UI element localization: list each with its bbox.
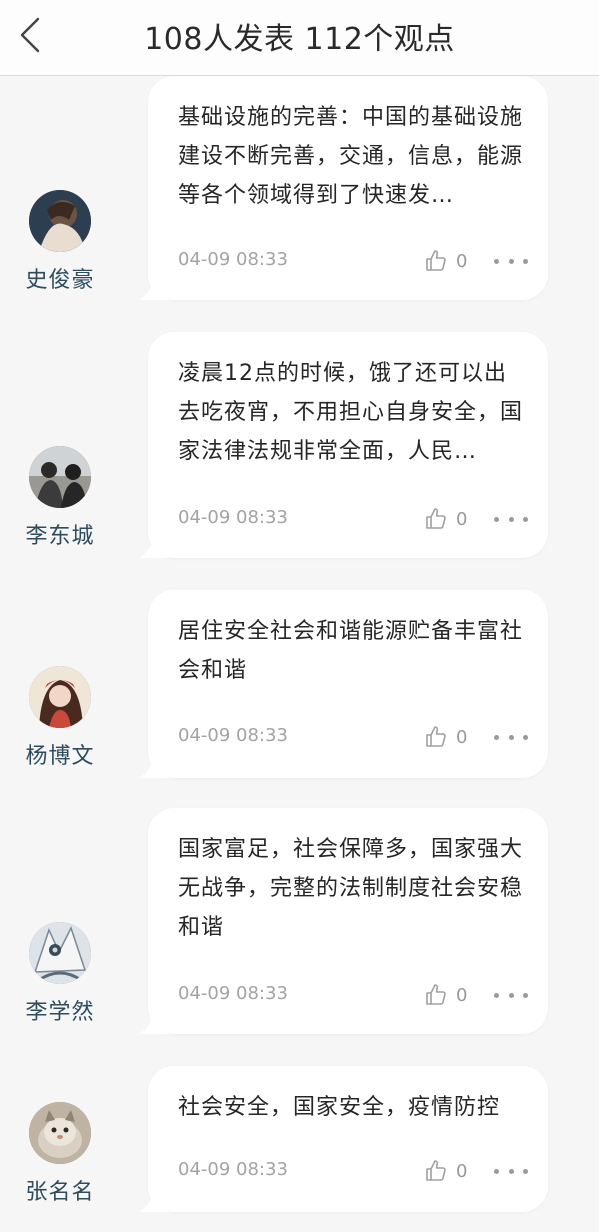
avatar[interactable]: [29, 922, 91, 984]
thumbs-up-icon: [426, 250, 446, 271]
page-title: 108人发表 112个观点: [144, 22, 455, 57]
like-button[interactable]: 0: [424, 980, 474, 1010]
comment-meta: 04-09 08:33 0: [178, 504, 528, 534]
like-count: 0: [456, 726, 468, 748]
comment-author[interactable]: 李东城: [0, 446, 120, 550]
comment-author[interactable]: 杨博文: [0, 666, 120, 770]
bubble-tail: [138, 752, 168, 778]
comment-bubble[interactable]: 凌晨12点的时候，饿了还可以出去吃夜宵，不用担心自身安全，国家法律法规非常全面，…: [138, 332, 548, 558]
like-button[interactable]: 0: [424, 722, 474, 752]
more-options-button[interactable]: [494, 1162, 528, 1180]
author-name: 李东城: [25, 524, 95, 549]
comment-bubble[interactable]: 基础设施的完善：中国的基础设施建设不断完善，交通，信息，能源等各个领域得到了快速…: [138, 76, 548, 300]
top-bar: 108人发表 112个观点: [0, 0, 599, 76]
comment-author[interactable]: 李学然: [0, 922, 120, 1026]
like-count: 0: [456, 984, 468, 1006]
comment-text: 基础设施的完善：中国的基础设施建设不断完善，交通，信息，能源等各个领域得到了快速…: [178, 105, 524, 208]
comment-text: 国家富足，社会保障多，国家强大无战争，完整的法制制度社会安稳和谐: [178, 837, 524, 940]
more-options-button[interactable]: [494, 728, 528, 746]
avatar[interactable]: [29, 666, 91, 728]
like-button[interactable]: 0: [424, 504, 474, 534]
bubble-tail: [138, 1186, 168, 1212]
comment-meta: 04-09 08:33 0: [178, 722, 528, 752]
comment-bubble[interactable]: 国家富足，社会保障多，国家强大无战争，完整的法制制度社会安稳和谐 04-09 0…: [138, 808, 548, 1034]
comment-time: 04-09 08:33: [178, 983, 288, 1004]
bubble-tail: [138, 1008, 168, 1034]
comment-item: 史俊豪 基础设施的完善：中国的基础设施建设不断完善，交通，信息，能源等各个领域得…: [0, 76, 599, 304]
thumbs-up-icon: [426, 508, 446, 529]
like-count: 0: [456, 1160, 468, 1182]
comment-bubble[interactable]: 社会安全，国家安全，疫情防控 04-09 08:33 0: [138, 1066, 548, 1212]
author-name: 杨博文: [25, 744, 95, 769]
more-options-button[interactable]: [494, 510, 528, 528]
comment-author[interactable]: 史俊豪: [0, 190, 120, 294]
bubble-tail: [138, 532, 168, 558]
thumbs-up-icon: [426, 984, 446, 1005]
comment-text: 居住安全社会和谐能源贮备丰富社会和谐: [178, 619, 524, 683]
comment-time: 04-09 08:33: [178, 725, 288, 746]
like-button[interactable]: 0: [424, 246, 474, 276]
comment-item: 张名名 社会安全，国家安全，疫情防控 04-09 08:33 0: [0, 1066, 599, 1226]
comment-item: 李学然 国家富足，社会保障多，国家强大无战争，完整的法制制度社会安稳和谐 04-…: [0, 808, 599, 1036]
avatar[interactable]: [29, 446, 91, 508]
comment-time: 04-09 08:33: [178, 507, 288, 528]
comment-item: 李东城 凌晨12点的时候，饿了还可以出去吃夜宵，不用担心自身安全，国家法律法规非…: [0, 332, 599, 560]
comment-meta: 04-09 08:33 0: [178, 246, 528, 276]
author-name: 史俊豪: [25, 268, 95, 293]
like-count: 0: [456, 250, 468, 272]
like-count: 0: [456, 508, 468, 530]
avatar[interactable]: [29, 190, 91, 252]
comment-author[interactable]: 张名名: [0, 1102, 120, 1206]
comment-meta: 04-09 08:33 0: [178, 1156, 528, 1186]
comment-time: 04-09 08:33: [178, 249, 288, 270]
more-options-button[interactable]: [494, 252, 528, 270]
comment-bubble[interactable]: 居住安全社会和谐能源贮备丰富社会和谐 04-09 08:33 0: [138, 590, 548, 778]
comment-text: 凌晨12点的时候，饿了还可以出去吃夜宵，不用担心自身安全，国家法律法规非常全面，…: [178, 361, 524, 464]
avatar[interactable]: [29, 1102, 91, 1164]
thumbs-up-icon: [426, 1160, 446, 1181]
comment-time: 04-09 08:33: [178, 1159, 288, 1180]
more-options-button[interactable]: [494, 986, 528, 1004]
author-name: 李学然: [25, 1000, 95, 1025]
comment-meta: 04-09 08:33 0: [178, 980, 528, 1010]
author-name: 张名名: [25, 1180, 95, 1205]
thumbs-up-icon: [426, 726, 446, 747]
like-button[interactable]: 0: [424, 1156, 474, 1186]
bubble-tail: [138, 274, 168, 300]
comment-text: 社会安全，国家安全，疫情防控: [178, 1095, 501, 1120]
comment-item: 杨博文 居住安全社会和谐能源贮备丰富社会和谐 04-09 08:33 0: [0, 590, 599, 780]
